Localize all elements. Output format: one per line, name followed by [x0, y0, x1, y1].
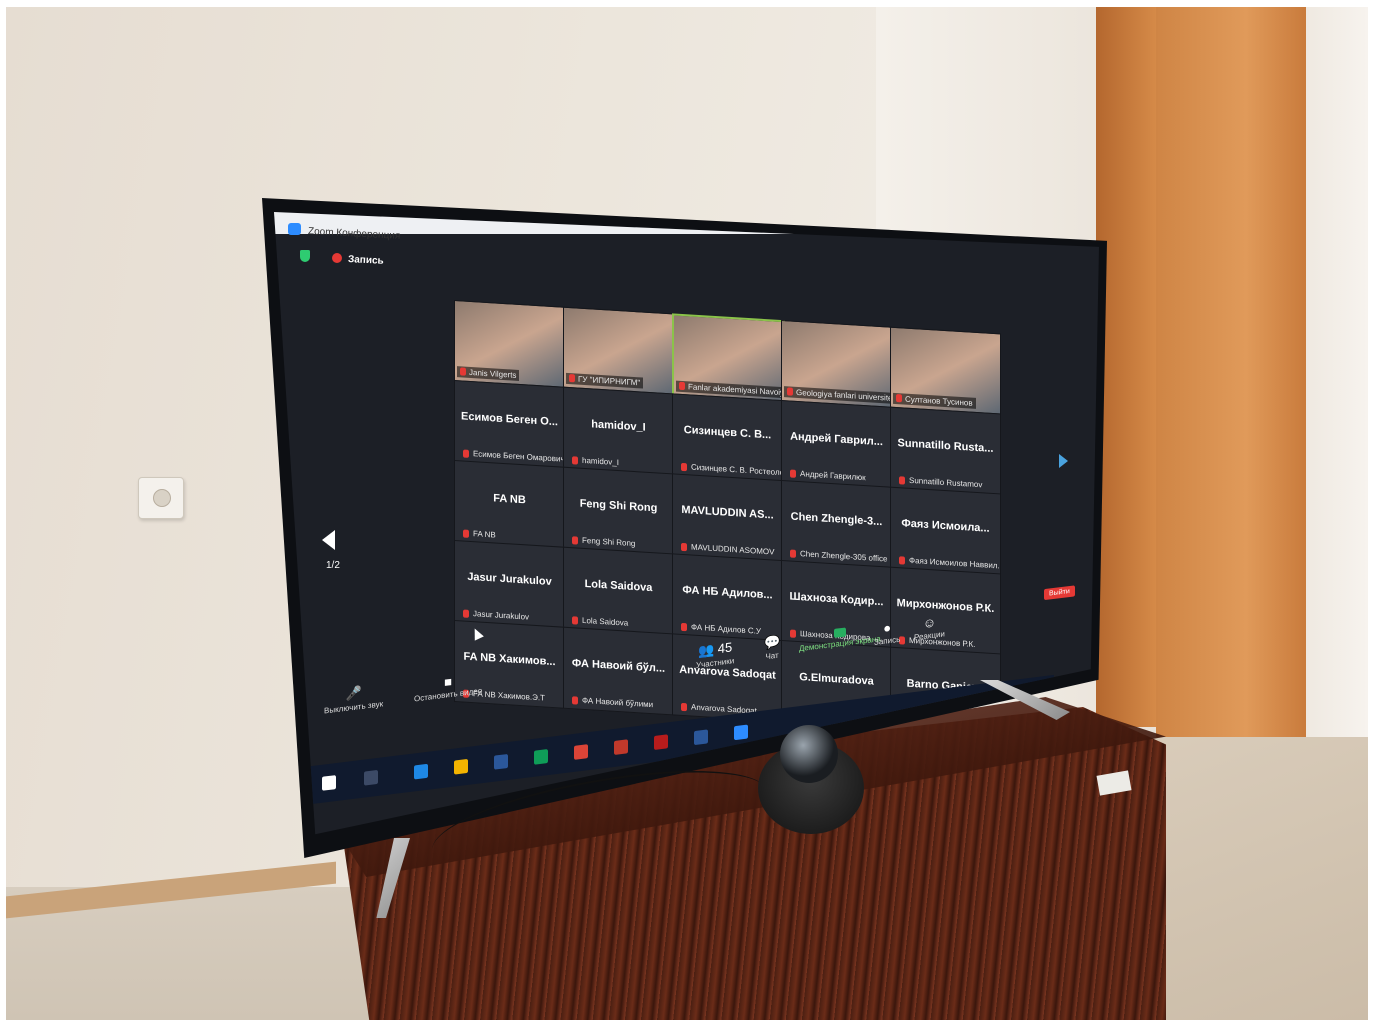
participant-tile[interactable]: FA NB FA NB: [454, 460, 565, 549]
search-icon[interactable]: [364, 769, 378, 786]
webcam-icon: [780, 725, 838, 783]
edge-icon[interactable]: [414, 763, 428, 780]
share-screen-button[interactable]: Демонстрация экрана: [799, 623, 881, 653]
zoom-logo-icon: [288, 223, 301, 235]
chat-button[interactable]: 💬 Чат: [764, 634, 780, 662]
participant-name-label: Feng Shi Rong: [572, 535, 635, 548]
video-tile[interactable]: Султанов Тусинов: [890, 326, 1001, 416]
participant-name-label: Janis Vilgerts: [457, 366, 520, 382]
participant-name-label: hamidov_I: [572, 455, 619, 467]
participant-display-name: MAVLUDDIN AS...: [681, 503, 774, 522]
participant-name-label: Jasur Jurakulov: [463, 609, 529, 621]
word-icon[interactable]: [694, 729, 708, 746]
recording-icon: [332, 253, 342, 263]
share-screen-icon: [833, 627, 846, 638]
participant-tile[interactable]: Андрей Гаврил... Андрей Гаврилюк: [781, 400, 892, 489]
participant-tile[interactable]: Фаяз Исмоила... Фаяз Исмоилов Наввил...: [890, 486, 1001, 576]
powerpoint-icon[interactable]: [614, 739, 628, 755]
explorer-icon[interactable]: [454, 758, 468, 775]
participant-display-name: ФА НБ Адилов...: [682, 583, 773, 602]
record-label: Запись: [874, 634, 901, 648]
participant-display-name: Фаяз Исмоила...: [901, 517, 990, 535]
participant-tile[interactable]: Сизинцев С. В... Сизинцев С. В. Ростеолог…: [672, 393, 783, 483]
power-outlet: [138, 477, 184, 519]
participant-display-name: Lola Saidova: [584, 577, 653, 594]
participants-button[interactable]: 👥 45 Участники: [696, 639, 734, 669]
participant-tile[interactable]: MAVLUDDIN AS... MAVLUDDIN ASOMOV: [672, 473, 783, 563]
page-indicator: 1/2: [326, 560, 340, 571]
record-button[interactable]: ● Запись: [874, 619, 900, 647]
participant-display-name: Сизинцев С. В...: [683, 423, 772, 442]
participant-display-name: Шахноза Кодир...: [789, 590, 884, 609]
leave-button[interactable]: Выйти: [1044, 585, 1075, 601]
outlet-socket: [153, 489, 171, 507]
participant-tile[interactable]: Lola Saidova Lola Saidova: [563, 546, 674, 636]
video-tile[interactable]: Janis Vilgerts: [454, 300, 565, 389]
participant-tile[interactable]: Есимов Беген О... Есимов Беген Омарович: [454, 380, 565, 469]
participant-name-label: FA NB: [463, 529, 496, 539]
participant-display-name: FA NB: [493, 492, 526, 507]
participant-tile[interactable]: Feng Shi Rong Feng Shi Rong: [563, 466, 674, 556]
video-tile[interactable]: Fanlar akademiyasi Navoiy bo...: [672, 313, 785, 405]
participant-display-name: Jasur Jurakulov: [467, 570, 552, 588]
participant-name-label: ГУ "ИПИРНИГМ": [566, 372, 644, 389]
participant-display-name: Андрей Гаврил...: [790, 430, 883, 449]
reactions-button[interactable]: ☺ Реакции: [914, 613, 945, 642]
shield-icon[interactable]: [300, 250, 310, 262]
next-page-icon[interactable]: [1059, 454, 1068, 468]
participant-display-name: Feng Shi Rong: [579, 497, 658, 515]
participant-name-label: Султанов Тусинов: [893, 392, 976, 409]
video-tile[interactable]: Geologiya fanlari universiteti: [781, 320, 892, 409]
previous-page-icon[interactable]: [322, 530, 335, 550]
participant-tile[interactable]: Jasur Jurakulov Jasur Jurakulov: [454, 540, 565, 629]
recording-label: Запись: [347, 254, 384, 267]
participant-name-label: Lola Saidova: [572, 615, 628, 628]
stop-video-button[interactable]: ■ Остановить видео: [414, 670, 482, 704]
participant-display-name: Есимов Беген О...: [461, 410, 558, 429]
mail-icon[interactable]: [534, 749, 548, 765]
chat-icon: 💬: [764, 633, 781, 651]
participant-tile[interactable]: hamidov_I hamidov_I: [563, 386, 674, 476]
participant-display-name: hamidov_I: [591, 418, 646, 434]
participant-display-name: Chen Zhengle-3...: [790, 510, 883, 528]
door-frame: [1096, 7, 1156, 727]
door: [1156, 7, 1306, 737]
mute-button[interactable]: 🎤 Выключить звук: [324, 682, 383, 716]
windows-start-icon[interactable]: [322, 775, 336, 791]
chat-label: Чат: [765, 650, 779, 662]
store-icon[interactable]: [494, 753, 508, 770]
participants-count: 45: [717, 639, 733, 657]
acrobat-icon[interactable]: [654, 734, 668, 751]
participant-tile[interactable]: Sunnatillo Rusta... Sunnatillo Rustamov: [890, 406, 1001, 496]
zoom-taskbar-icon[interactable]: [734, 724, 748, 741]
participant-name-label: Андрей Гаврилюк: [790, 469, 866, 482]
participant-tile[interactable]: Chen Zhengle-3... Chen Zhengle-305 office…: [781, 480, 892, 569]
chrome-icon[interactable]: [574, 744, 588, 760]
video-tile[interactable]: ГУ "ИПИРНИГМ": [563, 306, 674, 396]
participant-display-name: Sunnatillo Rusta...: [897, 436, 994, 455]
